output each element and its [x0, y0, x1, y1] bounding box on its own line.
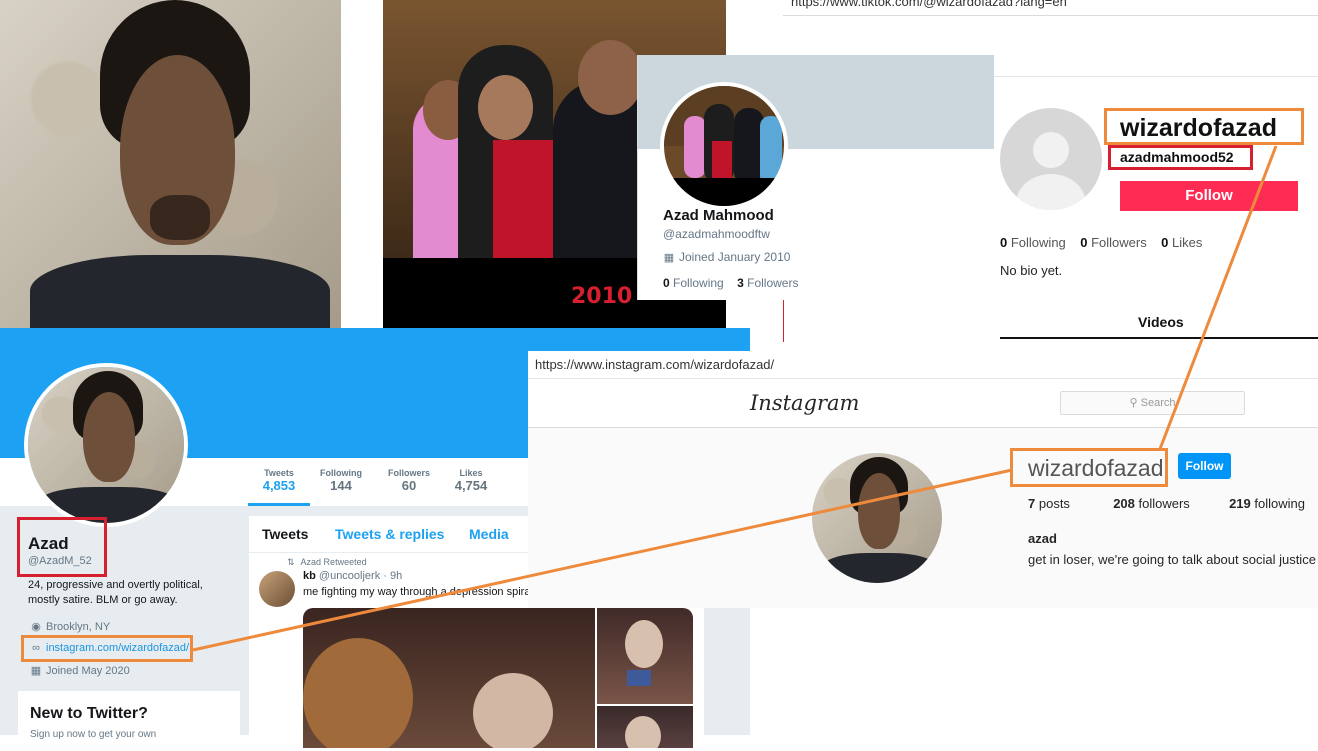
instagram-followers-label[interactable]: followers [1139, 496, 1190, 511]
new-twitter-location-text: Brooklyn, NY [46, 621, 111, 633]
new-twitter-avatar [24, 363, 188, 527]
tab-tweets-replies[interactable]: Tweets & replies [335, 526, 444, 542]
stat-followers-label: Followers [387, 468, 430, 478]
new-twitter-location: ◉ Brooklyn, NY [30, 620, 110, 633]
tiktok-follow-button[interactable]: Follow [1120, 181, 1298, 211]
tiktok-url: https://www.tiktok.com/@wizardofazad?lan… [791, 0, 1067, 9]
instagram-url: https://www.instagram.com/wizardofazad/ [535, 357, 775, 372]
highlight-tiktok-handle [1108, 145, 1253, 170]
old-twitter-panel: Azad Mahmood @azadmahmoodftw ▦ Joined Jan… [637, 55, 994, 300]
tiktok-avatar [1000, 108, 1102, 210]
old-twitter-followers-count: 3 [737, 276, 744, 290]
tweet-header: kb @uncooljerk · 9h [303, 570, 402, 582]
instagram-posts-count: 7 [1028, 496, 1036, 511]
old-twitter-handle: @azadmahmoodftw [663, 227, 770, 241]
old-twitter-following-count: 0 [663, 276, 670, 290]
stat-tweets-label: Tweets [264, 468, 294, 478]
stat-tweets[interactable]: Tweets 4,853 [248, 468, 310, 506]
highlight-twitter-link [21, 635, 193, 662]
new-to-twitter-title: New to Twitter? [30, 705, 148, 722]
old-twitter-stats: 0 Following 3 Followers [663, 276, 798, 290]
stat-likes-value: 4,754 [454, 478, 488, 493]
stat-following[interactable]: Following 144 [310, 468, 372, 493]
tiktok-stats: 0 Following 0 Followers 0 Likes [1000, 235, 1202, 250]
old-twitter-joined: ▦ Joined January 2010 [663, 250, 791, 264]
location-pin-icon: ◉ [31, 621, 41, 633]
stat-followers-value: 60 [401, 478, 417, 493]
instagram-followers-count: 208 [1113, 496, 1135, 511]
tweet-text: me fighting my way through a depression … [303, 586, 533, 598]
tab-media[interactable]: Media [469, 526, 509, 542]
highlight-instagram-username [1010, 448, 1168, 487]
highlight-tiktok-username [1104, 108, 1304, 145]
search-icon: ⚲ [1129, 397, 1138, 409]
stat-likes-label: Likes [459, 468, 483, 478]
stat-followers[interactable]: Followers 60 [378, 468, 440, 493]
instagram-following-label[interactable]: following [1254, 496, 1305, 511]
stat-following-label: Following [320, 468, 362, 478]
instagram-logo[interactable]: Instagram [750, 391, 859, 415]
new-twitter-bio-line1: 24, progressive and overtly political, [28, 579, 203, 591]
instagram-search-placeholder: Search [1140, 397, 1176, 409]
instagram-stats: 7 posts 208 followers 219 following [1028, 496, 1305, 511]
stat-likes[interactable]: Likes 4,754 [440, 468, 502, 493]
new-twitter-joined: ▦ Joined May 2020 [30, 664, 130, 677]
tiktok-followers-label: Followers [1091, 235, 1147, 250]
instagram-bio: get in loser, we're going to talk about … [1028, 552, 1316, 567]
tiktok-videos-tab[interactable]: Videos [1138, 314, 1184, 330]
tiktok-following-count: 0 [1000, 235, 1008, 250]
calendar-icon: ▦ [30, 665, 42, 677]
instagram-posts-label: posts [1038, 496, 1070, 511]
retweeted-by-text: Azad Retweeted [300, 557, 367, 567]
tweet-media-main[interactable] [303, 608, 595, 748]
highlight-twitter-name [17, 517, 107, 577]
tiktok-followers-count: 0 [1080, 235, 1088, 250]
new-to-twitter-card: New to Twitter? Sign up now to get your … [18, 691, 240, 751]
instagram-avatar [812, 453, 942, 583]
tweet-avatar [259, 571, 295, 607]
tweet-media-top-right[interactable] [597, 608, 693, 704]
stat-following-value: 144 [330, 478, 352, 493]
new-twitter-bio-line2: mostly satire. BLM or go away. [28, 594, 178, 606]
old-twitter-following-label[interactable]: Following [673, 276, 724, 290]
stat-tweets-value: 4,853 [262, 478, 296, 493]
instagram-follow-button[interactable]: Follow [1178, 453, 1231, 479]
instagram-search-input[interactable]: ⚲ Search [1060, 391, 1245, 415]
new-twitter-joined-text: Joined May 2020 [46, 665, 130, 677]
tiktok-following-label: Following [1010, 235, 1066, 250]
tweet-media-bottom-right[interactable] [597, 706, 693, 748]
tiktok-bio: No bio yet. [1000, 263, 1063, 278]
retweet-icon: ⇅ [287, 557, 295, 567]
tweet-handle[interactable]: @uncooljerk [319, 570, 380, 582]
old-twitter-joined-text: Joined January 2010 [679, 250, 791, 264]
calendar-icon: ▦ [663, 252, 675, 264]
retweeted-by: ⇅ Azad Retweeted [287, 557, 367, 568]
instagram-panel: https://www.instagram.com/wizardofazad/ … [528, 351, 1318, 608]
tweet-author[interactable]: kb [303, 570, 316, 582]
divider [783, 300, 784, 342]
instagram-following-count: 219 [1229, 496, 1251, 511]
tiktok-likes-label: Likes [1172, 235, 1203, 250]
selfie-photo [0, 0, 341, 330]
old-twitter-name: Azad Mahmood [663, 207, 774, 224]
old-twitter-avatar [660, 82, 788, 210]
tab-tweets[interactable]: Tweets [262, 526, 308, 542]
year-label: 2010 [571, 284, 633, 309]
old-twitter-followers-label[interactable]: Followers [747, 276, 798, 290]
tiktok-likes-count: 0 [1161, 235, 1169, 250]
tweet-time[interactable]: · 9h [383, 570, 402, 582]
instagram-name: azad [1028, 531, 1057, 546]
